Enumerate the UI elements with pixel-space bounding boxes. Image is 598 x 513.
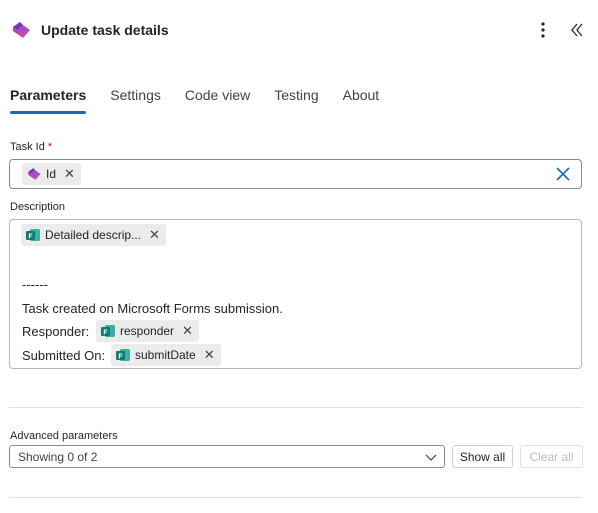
- remove-token-icon[interactable]: ✕: [64, 166, 75, 182]
- task-id-field[interactable]: Id ✕: [9, 159, 582, 189]
- separator-text: ------: [22, 277, 48, 292]
- tab-settings[interactable]: Settings: [110, 86, 161, 116]
- tab-about[interactable]: About: [343, 86, 380, 116]
- tab-testing[interactable]: Testing: [274, 86, 318, 116]
- forms-icon: F: [116, 349, 130, 361]
- clear-all-button[interactable]: Clear all: [520, 445, 583, 468]
- remove-token-icon[interactable]: ✕: [204, 347, 215, 363]
- remove-token-icon[interactable]: ✕: [182, 323, 193, 339]
- planner-icon: [28, 168, 41, 180]
- forms-icon: F: [26, 229, 40, 241]
- tab-parameters[interactable]: Parameters: [10, 86, 87, 116]
- tab-code-view[interactable]: Code view: [185, 86, 250, 116]
- tab-bar: Parameters Settings Code view Testing Ab…: [10, 86, 403, 118]
- created-text: Task created on Microsoft Forms submissi…: [22, 301, 283, 316]
- advanced-parameters-select[interactable]: Showing 0 of 2: [9, 445, 445, 468]
- divider: [9, 497, 582, 498]
- task-id-label: Task Id *: [10, 141, 53, 153]
- show-all-button[interactable]: Show all: [452, 445, 513, 468]
- token-label: Detailed descrip...: [45, 228, 142, 242]
- planner-icon: [13, 22, 30, 38]
- token-label: responder: [120, 324, 175, 338]
- more-vertical-icon[interactable]: [533, 19, 553, 41]
- select-value: Showing 0 of 2: [18, 450, 98, 464]
- svg-text:F: F: [28, 234, 33, 241]
- divider: [9, 407, 582, 408]
- description-field[interactable]: F Detailed descrip... ✕ ------ Task crea…: [9, 219, 582, 369]
- submitdate-token[interactable]: F submitDate ✕: [111, 344, 221, 366]
- double-chevron-left-icon[interactable]: [566, 19, 588, 41]
- token-label: Id: [46, 167, 57, 181]
- advanced-parameters-label: Advanced parameters: [10, 430, 118, 442]
- token-label: submitDate: [135, 348, 196, 362]
- id-token[interactable]: Id ✕: [22, 163, 81, 185]
- responder-token[interactable]: F responder ✕: [96, 320, 199, 342]
- remove-token-icon[interactable]: ✕: [149, 227, 160, 243]
- svg-text:F: F: [118, 354, 123, 361]
- panel-title: Update task details: [41, 22, 169, 38]
- svg-text:F: F: [103, 330, 108, 337]
- detailed-description-token[interactable]: F Detailed descrip... ✕: [21, 224, 166, 246]
- chevron-down-icon: [425, 454, 437, 461]
- submitted-label: Submitted On:: [22, 348, 106, 363]
- forms-icon: F: [101, 325, 115, 337]
- clear-field-icon[interactable]: [555, 166, 571, 182]
- description-label: Description: [10, 201, 66, 213]
- required-marker: *: [47, 141, 53, 153]
- responder-label: Responder:: [22, 324, 90, 339]
- panel-header: Update task details: [0, 0, 598, 60]
